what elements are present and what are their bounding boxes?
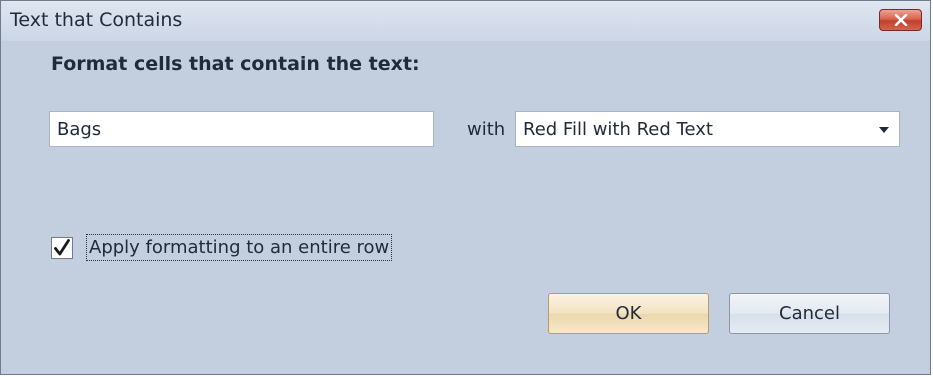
- title-bar[interactable]: Text that Contains: [1, 1, 930, 41]
- contains-text-input[interactable]: [49, 111, 434, 147]
- close-icon: [894, 14, 908, 26]
- close-button[interactable]: [879, 9, 922, 31]
- apply-row-checkbox[interactable]: [51, 237, 73, 259]
- ok-button[interactable]: OK: [548, 293, 709, 334]
- chevron-down-icon: [879, 127, 889, 133]
- checkmark-icon: [54, 239, 70, 256]
- format-heading: Format cells that contain the text:: [51, 53, 420, 75]
- format-style-select[interactable]: Red Fill with Red Text: [515, 111, 900, 147]
- dialog-title: Text that Contains: [10, 9, 183, 31]
- with-label: with: [467, 119, 506, 140]
- apply-row-label[interactable]: Apply formatting to an entire row: [86, 234, 393, 261]
- text-that-contains-dialog: Text that Contains Format cells that con…: [0, 0, 931, 375]
- cancel-button[interactable]: Cancel: [729, 293, 890, 334]
- format-style-selected-value: Red Fill with Red Text: [523, 119, 713, 140]
